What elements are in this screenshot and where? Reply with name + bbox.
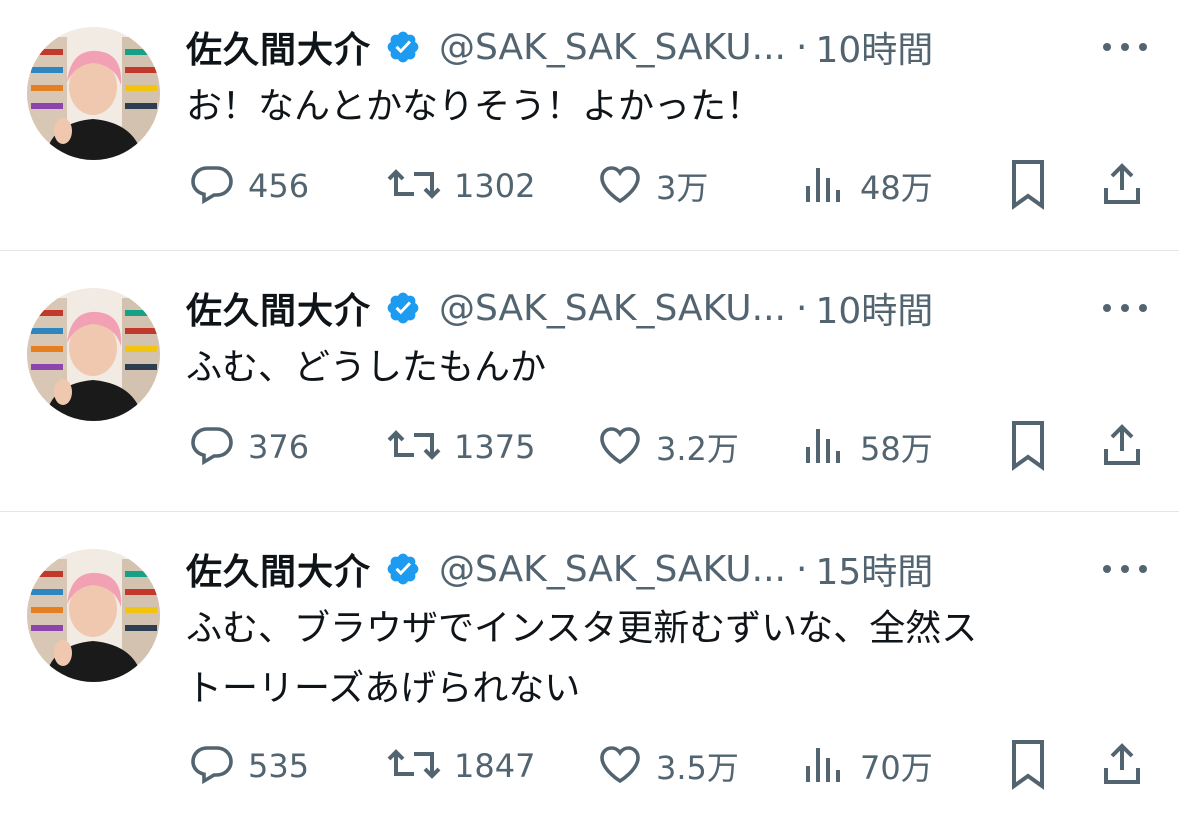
action-bar: 456 1302 3万 48万 xyxy=(0,158,1179,214)
reply-button[interactable]: 535 xyxy=(188,738,309,794)
heart-icon xyxy=(596,421,644,473)
display-name[interactable]: 佐久間大介 xyxy=(186,543,371,595)
share-button[interactable] xyxy=(1098,158,1146,214)
heart-icon xyxy=(596,160,644,212)
retweet-count: 1847 xyxy=(454,747,536,785)
handle[interactable]: @SAK_SAK_SAKU... xyxy=(439,549,786,590)
reply-button[interactable]: 456 xyxy=(188,158,309,214)
reply-count: 456 xyxy=(248,167,310,205)
tweet-header: 佐久間大介 @SAK_SAK_SAKU... · 10時間 xyxy=(186,22,933,72)
share-button[interactable] xyxy=(1098,419,1146,475)
separator: · xyxy=(796,26,808,68)
verified-badge-icon xyxy=(385,290,421,326)
retweet-button[interactable]: 1302 xyxy=(386,158,535,214)
tweet-3[interactable]: 佐久間大介 @SAK_SAK_SAKU... · 15時間 ふむ、ブラウザでイン… xyxy=(0,512,1179,820)
views-icon xyxy=(800,740,848,792)
reply-icon xyxy=(188,421,236,473)
bookmark-button[interactable] xyxy=(1004,158,1052,214)
retweet-icon xyxy=(386,740,442,792)
tweet-text: ふむ、どうしたもんか xyxy=(186,347,547,388)
bookmark-button[interactable] xyxy=(1004,738,1052,794)
tweet-header: 佐久間大介 @SAK_SAK_SAKU... · 10時間 xyxy=(186,283,933,333)
retweet-count: 1375 xyxy=(454,428,536,466)
separator: · xyxy=(796,287,808,329)
retweet-icon xyxy=(386,160,442,212)
views-icon xyxy=(800,160,848,212)
retweet-button[interactable]: 1375 xyxy=(386,419,535,475)
action-bar: 535 1847 3.5万 70万 xyxy=(0,738,1179,794)
timestamp[interactable]: 10時間 xyxy=(815,21,933,73)
tweet-header: 佐久間大介 @SAK_SAK_SAKU... · 15時間 xyxy=(186,544,933,594)
reply-icon xyxy=(188,740,236,792)
views-button[interactable]: 48万 xyxy=(800,158,933,214)
views-count: 70万 xyxy=(860,749,933,787)
retweet-count: 1302 xyxy=(454,167,536,205)
more-icon[interactable] xyxy=(1103,37,1147,57)
verified-badge-icon xyxy=(385,551,421,587)
avatar[interactable] xyxy=(27,27,160,160)
like-count: 3.5万 xyxy=(656,749,739,787)
like-button[interactable]: 3万 xyxy=(596,158,708,214)
avatar[interactable] xyxy=(27,549,160,682)
share-button[interactable] xyxy=(1098,738,1146,794)
handle[interactable]: @SAK_SAK_SAKU... xyxy=(439,27,786,68)
views-icon xyxy=(800,421,848,473)
share-icon xyxy=(1098,160,1146,212)
heart-icon xyxy=(596,740,644,792)
reply-icon xyxy=(188,160,236,212)
verified-badge-icon xyxy=(385,29,421,65)
reply-count: 535 xyxy=(248,747,310,785)
like-count: 3万 xyxy=(656,169,709,207)
views-button[interactable]: 70万 xyxy=(800,738,933,794)
handle[interactable]: @SAK_SAK_SAKU... xyxy=(439,288,786,329)
tweet-text: お！なんとかなりそう！よかった！ xyxy=(186,86,763,127)
more-icon[interactable] xyxy=(1103,298,1147,318)
display-name[interactable]: 佐久間大介 xyxy=(186,282,371,334)
reply-count: 376 xyxy=(248,428,310,466)
like-button[interactable]: 3.5万 xyxy=(596,738,739,794)
retweet-icon xyxy=(386,421,442,473)
like-count: 3.2万 xyxy=(656,430,739,468)
bookmark-button[interactable] xyxy=(1004,419,1052,475)
bookmark-icon xyxy=(1004,156,1052,216)
tweet-text-line-2: トーリーズあげられない xyxy=(186,668,581,709)
more-icon[interactable] xyxy=(1103,559,1147,579)
share-icon xyxy=(1098,740,1146,792)
bookmark-icon xyxy=(1004,417,1052,477)
share-icon xyxy=(1098,421,1146,473)
avatar[interactable] xyxy=(27,288,160,421)
like-button[interactable]: 3.2万 xyxy=(596,419,739,475)
tweet-1[interactable]: 佐久間大介 @SAK_SAK_SAKU... · 10時間 お！なんとかなりそう… xyxy=(0,0,1179,250)
tweet-text: ふむ、ブラウザでインスタ更新むずいな、全然ス トーリーズあげられない xyxy=(186,599,1136,719)
separator: · xyxy=(796,548,808,590)
timestamp[interactable]: 15時間 xyxy=(815,543,933,595)
display-name[interactable]: 佐久間大介 xyxy=(186,21,371,73)
views-count: 58万 xyxy=(860,430,933,468)
views-button[interactable]: 58万 xyxy=(800,419,933,475)
bookmark-icon xyxy=(1004,736,1052,796)
tweet-2[interactable]: 佐久間大介 @SAK_SAK_SAKU... · 10時間 ふむ、どうしたもんか… xyxy=(0,251,1179,511)
reply-button[interactable]: 376 xyxy=(188,419,309,475)
timestamp[interactable]: 10時間 xyxy=(815,282,933,334)
action-bar: 376 1375 3.2万 58万 xyxy=(0,419,1179,475)
views-count: 48万 xyxy=(860,169,933,207)
tweet-text-line-1: ふむ、ブラウザでインスタ更新むずいな、全然ス xyxy=(186,608,978,649)
retweet-button[interactable]: 1847 xyxy=(386,738,535,794)
